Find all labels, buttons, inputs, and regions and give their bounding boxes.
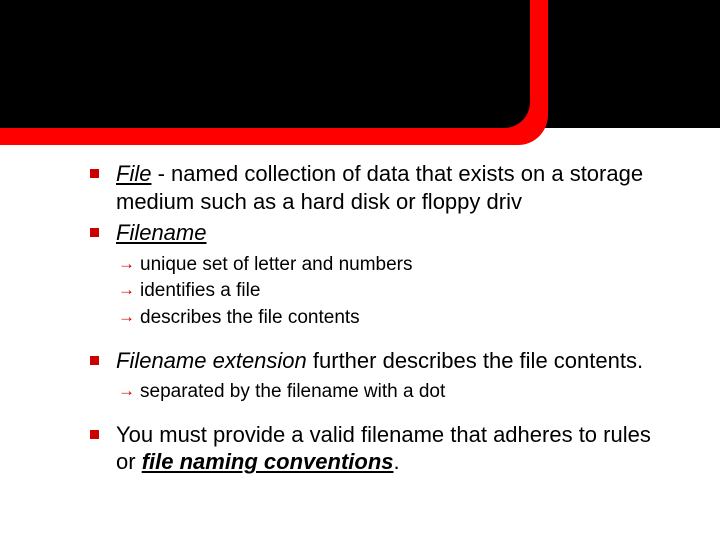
sub-bullet-item: unique set of letter and numbers [118, 253, 670, 278]
sub-bullet-item: identifies a file [118, 279, 670, 304]
slide-body: File - named collection of data that exi… [90, 160, 670, 494]
sub-bullet-item: describes the file contents [118, 306, 670, 331]
header-black-tab [0, 0, 530, 128]
slide: File - named collection of data that exi… [0, 0, 720, 540]
bullet-item: Filename extension further describes the… [90, 347, 670, 375]
bullet-item: You must provide a valid filename that a… [90, 421, 670, 476]
sub-bullet-list: unique set of letter and numbersidentifi… [118, 253, 670, 331]
bullet-item: File - named collection of data that exi… [90, 160, 670, 215]
sub-bullet-list: separated by the filename with a dot [118, 380, 670, 405]
bullet-list: File - named collection of data that exi… [90, 160, 670, 476]
sub-bullet-item: separated by the filename with a dot [118, 380, 670, 405]
bullet-item: Filename [90, 219, 670, 247]
